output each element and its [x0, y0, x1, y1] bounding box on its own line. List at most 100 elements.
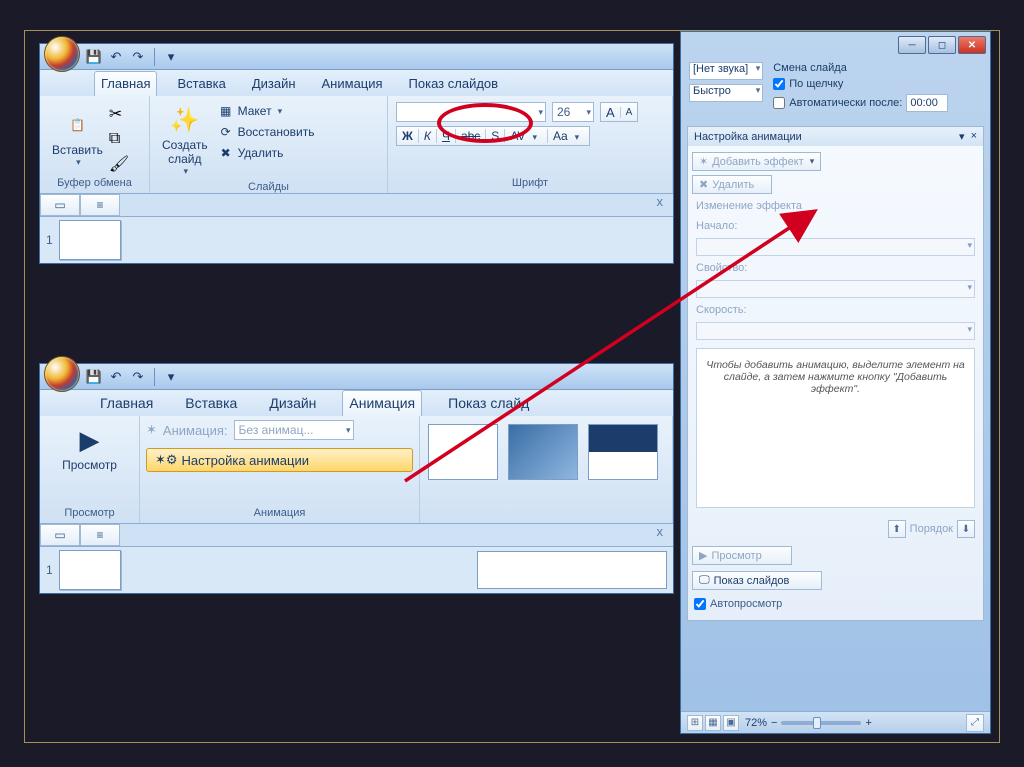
- transition-gallery[interactable]: [428, 424, 664, 480]
- copy-icon[interactable]: ⧉: [109, 130, 129, 148]
- qat-dropdown-icon[interactable]: ▾: [163, 49, 179, 65]
- font-family-combo[interactable]: [396, 102, 546, 122]
- slide-thumbnail[interactable]: [59, 220, 121, 260]
- speed-combo[interactable]: Быстро: [689, 84, 763, 102]
- maximize-button[interactable]: ◻: [928, 36, 956, 54]
- slides-tab-outline[interactable]: ≡: [80, 194, 120, 216]
- clipboard-icon: 📋: [60, 107, 94, 143]
- tab-home[interactable]: Главная: [94, 71, 157, 96]
- strike-button[interactable]: abc: [455, 129, 485, 143]
- close-button[interactable]: ✕: [958, 36, 986, 54]
- speed-select[interactable]: [696, 322, 975, 340]
- slides-tab-thumb[interactable]: ▭: [40, 194, 80, 216]
- animation-combo[interactable]: Без анимац...: [234, 420, 354, 440]
- save-icon[interactable]: 💾: [86, 49, 102, 65]
- view-show-icon[interactable]: ▣: [723, 715, 739, 731]
- tab-design[interactable]: Дизайн: [246, 72, 302, 96]
- custom-animation-button[interactable]: ✶⚙ Настройка анимации: [146, 448, 413, 472]
- group-slides: Слайды: [156, 179, 381, 195]
- save-icon[interactable]: 💾: [86, 369, 102, 385]
- delete-icon: ✖: [218, 145, 234, 161]
- add-effect-button[interactable]: ✶Добавить эффект▾: [692, 152, 821, 171]
- titlebar: 💾 ↶ ↷ ▾: [40, 364, 673, 390]
- undo-icon[interactable]: ↶: [108, 49, 124, 65]
- undo-icon[interactable]: ↶: [108, 369, 124, 385]
- paste-button[interactable]: 📋 Вставить▾: [46, 100, 109, 174]
- slides-tab-thumb[interactable]: ▭: [40, 524, 80, 546]
- tab-insert[interactable]: Вставка: [179, 391, 243, 416]
- bold-button[interactable]: Ж: [397, 129, 418, 143]
- order-controls: ⬆ Порядок ⬇: [692, 516, 979, 542]
- grow-shrink-font[interactable]: AA: [600, 102, 638, 122]
- auto-time-field[interactable]: 00:00: [906, 94, 948, 112]
- redo-icon[interactable]: ↷: [130, 369, 146, 385]
- slide-number: 1: [46, 233, 53, 247]
- zoom-control[interactable]: 72% − +: [745, 717, 872, 729]
- pane-close-icon[interactable]: ×: [971, 130, 977, 143]
- tab-insert[interactable]: Вставка: [171, 72, 231, 96]
- tab-slideshow[interactable]: Показ слайд: [442, 391, 535, 416]
- property-select[interactable]: [696, 280, 975, 298]
- zoom-slider[interactable]: [781, 721, 861, 725]
- tab-animation[interactable]: Анимация: [342, 390, 422, 416]
- group-clipboard: Буфер обмена: [46, 175, 143, 191]
- view-normal-icon[interactable]: ⊞: [687, 715, 703, 731]
- start-select[interactable]: [696, 238, 975, 256]
- cut-icon[interactable]: ✂: [109, 104, 129, 124]
- tab-animation[interactable]: Анимация: [316, 72, 389, 96]
- italic-button[interactable]: К: [418, 129, 436, 143]
- custom-animation-pane: Настройка анимации ▾× ✶Добавить эффект▾ …: [687, 126, 984, 621]
- group-preview: Просмотр: [46, 505, 133, 521]
- slides-tab-outline[interactable]: ≡: [80, 524, 120, 546]
- qat-dropdown-icon[interactable]: ▾: [163, 369, 179, 385]
- delete-button[interactable]: ✖Удалить: [214, 144, 319, 162]
- gear-star-icon: ✶⚙: [155, 452, 178, 468]
- reset-button[interactable]: ⟳Восстановить: [214, 123, 319, 141]
- on-click-checkbox[interactable]: По щелчку: [773, 78, 982, 90]
- change-case-button[interactable]: Aa▾: [547, 129, 589, 143]
- underline-button[interactable]: Ч: [436, 129, 455, 143]
- remove-effect-button[interactable]: ✖Удалить: [692, 175, 772, 194]
- shadow-button[interactable]: S: [485, 129, 504, 143]
- zoom-value: 72%: [745, 717, 767, 729]
- modify-heading: Изменение эффекта: [692, 198, 979, 214]
- tab-home[interactable]: Главная: [94, 391, 159, 416]
- preview-button[interactable]: ▶ Просмотр: [46, 420, 133, 474]
- ribbon: ▶ Просмотр Просмотр ✶ Анимация: Без аним…: [40, 416, 673, 524]
- tab-design[interactable]: Дизайн: [263, 391, 322, 416]
- format-painter-icon[interactable]: 🖌: [109, 154, 129, 174]
- view-sorter-icon[interactable]: ▦: [705, 715, 721, 731]
- font-size-combo[interactable]: 26: [552, 102, 594, 122]
- slide-thumbnail[interactable]: [59, 550, 121, 590]
- start-label: Начало:: [692, 218, 979, 234]
- slides-pane-tabs: ▭ ≡ x: [40, 524, 673, 547]
- play-button[interactable]: ▶Просмотр: [692, 546, 792, 565]
- char-spacing-button[interactable]: AV▾: [504, 129, 547, 143]
- fit-window-icon[interactable]: ⤢: [966, 714, 984, 732]
- pane-close-icon[interactable]: x: [647, 194, 674, 216]
- titlebar: 💾 ↶ ↷ ▾: [40, 44, 673, 70]
- office-button[interactable]: [44, 356, 80, 392]
- tab-slideshow[interactable]: Показ слайдов: [403, 72, 505, 96]
- slide-thumbnails: 1: [40, 547, 673, 593]
- group-animation: Анимация: [146, 505, 413, 521]
- new-slide-button[interactable]: ✨ Создать слайд▾: [156, 100, 214, 179]
- layout-icon: ▦: [218, 103, 234, 119]
- order-up-button[interactable]: ⬆: [888, 520, 906, 538]
- powerpoint-window-animation: 💾 ↶ ↷ ▾ Главная Вставка Дизайн Анимация …: [39, 363, 674, 594]
- slideshow-button[interactable]: 🖵Показ слайдов: [692, 571, 822, 590]
- minimize-button[interactable]: ─: [898, 36, 926, 54]
- auto-after-checkbox[interactable]: Автоматически после: 00:00: [773, 94, 982, 112]
- redo-icon[interactable]: ↷: [130, 49, 146, 65]
- zoom-out-icon[interactable]: −: [771, 717, 777, 729]
- layout-button[interactable]: ▦Макет▾: [214, 102, 319, 120]
- office-button[interactable]: [44, 36, 80, 72]
- pane-close-icon[interactable]: x: [647, 524, 674, 546]
- sound-combo[interactable]: [Нет звука]: [689, 62, 763, 80]
- order-down-button[interactable]: ⬇: [957, 520, 975, 538]
- new-slide-icon: ✨: [168, 102, 202, 138]
- zoom-in-icon[interactable]: +: [865, 717, 871, 729]
- autopreview-checkbox[interactable]: Автопросмотр: [692, 594, 979, 614]
- pane-menu-icon[interactable]: ▾: [959, 130, 965, 143]
- grow-font-icon: A: [601, 105, 620, 120]
